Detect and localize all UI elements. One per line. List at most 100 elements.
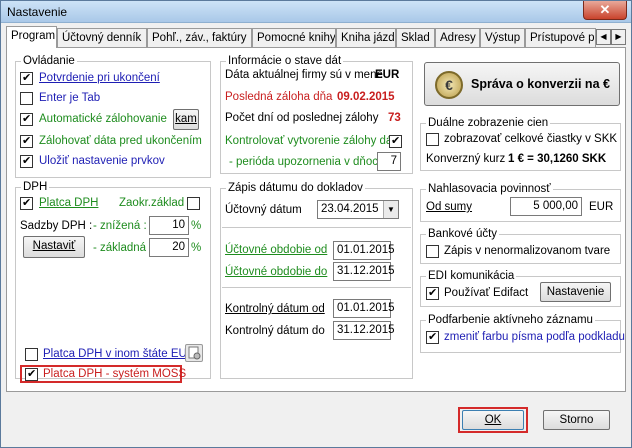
tab-page-program: Ovládanie Potvrdenie pri ukončení Enter … [6, 47, 626, 392]
arrow-left-icon: ◀ [600, 32, 607, 41]
zmenit-farbu-checkbox[interactable] [426, 330, 439, 344]
znizena-percent-label: % [191, 220, 202, 232]
ulozit-nastavenie-label: Uložiť nastavenie prvkov [39, 155, 165, 167]
kontrolny-do-label: Kontrolný dátum do [225, 325, 325, 337]
settings-window: Nastavenie ✕ Program Účtovný denník Pohľ… [0, 0, 632, 448]
platca-dph-checkbox[interactable] [20, 196, 33, 210]
platca-dph-label: Platca DPH [39, 197, 99, 209]
tab-scroll-right-button[interactable]: ▶ [611, 29, 626, 45]
moss-label: Platca DPH - systém MOSS [43, 368, 187, 380]
tab-adresy[interactable]: Adresy [435, 28, 480, 47]
days-since-backup-label: Počet dní od poslednej zálohy [225, 112, 379, 124]
close-button[interactable]: ✕ [583, 1, 627, 20]
last-backup-label: Posledná záloha dňa [225, 91, 333, 103]
od-sumy-currency: EUR [589, 201, 614, 213]
window-title: Nastavenie [7, 5, 68, 19]
tab-program[interactable]: Program [6, 26, 57, 48]
obdobie-do-input[interactable]: 31.12.2015 [333, 262, 395, 281]
auto-zalohovanie-checkbox[interactable] [20, 112, 33, 126]
zmenit-farbu-label: zmeniť farbu písma podľa podkladu [444, 331, 625, 343]
zobrazovat-skk-label: zobrazovať celkové čiastky v SKK [444, 133, 618, 145]
currency-value: EUR [375, 69, 400, 81]
euro-coin-icon: € [435, 71, 463, 99]
days-since-backup-value: 73 [388, 112, 401, 124]
tab-uctovny-dennik[interactable]: Účtovný denník [57, 28, 147, 47]
auto-zalohovanie-label: Automatické zálohovanie [39, 113, 167, 125]
tab-pristupove-prava[interactable]: Prístupové pr [525, 28, 596, 47]
zaokr-zaklad-checkbox[interactable] [187, 197, 200, 210]
zobrazovat-skk-checkbox[interactable] [426, 133, 439, 146]
kurz-value: 1 € = 30,1260 SKK [508, 153, 607, 165]
storno-button[interactable]: Storno [543, 410, 610, 430]
kam-button[interactable]: kam [173, 109, 199, 130]
ok-button[interactable]: OK [462, 410, 524, 430]
zapis-datumu-title: Zápis dátumu do dokladov [226, 181, 365, 195]
nenormalizovany-checkbox[interactable] [426, 245, 439, 258]
ulozit-nastavenie-checkbox[interactable] [20, 154, 33, 168]
od-sumy-label: Od sumy [426, 201, 473, 213]
perioda-label: - perióda upozornenia v dňoch [229, 156, 385, 168]
zakladna-percent-label: % [191, 242, 202, 254]
informacie-title: Informácie o stave dát [226, 54, 344, 68]
dualne-zobrazenie-title: Duálne zobrazenie cien [426, 116, 551, 130]
enter-tab-checkbox[interactable] [20, 92, 33, 105]
zakladna-sadzba-input[interactable]: 20 [149, 238, 189, 257]
podfarbenie-title: Podfarbenie aktívneho záznamu [426, 313, 595, 327]
tab-vystup[interactable]: Výstup [480, 28, 525, 47]
bankove-ucty-title: Bankové účty [426, 227, 500, 241]
sadzby-dph-label: Sadzby DPH : [20, 220, 93, 232]
dialog-button-bar: OK Storno [6, 405, 626, 443]
last-backup-value: 09.02.2015 [337, 91, 395, 103]
divider [222, 287, 411, 288]
kontrolovat-zalohu-label: Kontrolovať vytvorenie zálohy dát [225, 135, 396, 147]
moss-checkbox[interactable] [25, 367, 38, 381]
kontrolovat-zalohu-checkbox[interactable] [389, 134, 402, 148]
edifact-label: Používať Edifact [444, 287, 529, 299]
kontrolny-do-input[interactable]: 31.12.2015 [333, 321, 395, 340]
eu-settings-button[interactable] [185, 344, 203, 362]
potvrdenie-label: Potvrdenie pri ukončení [39, 72, 160, 84]
kontrolny-od-label: Kontrolný dátum od [225, 303, 325, 315]
tab-scroll-left-button[interactable]: ◀ [596, 29, 611, 45]
konverzia-label: Správa o konverzii na € [471, 77, 610, 91]
edi-nastavenie-button[interactable]: Nastavenie [540, 282, 611, 302]
nastavit-dph-button[interactable]: Nastaviť [23, 236, 85, 258]
nahlasovacia-title: Nahlasovacia povinnosť [426, 182, 553, 196]
zalohovat-pred-ukoncenim-label: Zálohovať dáta pred ukončením [39, 135, 202, 147]
tab-pomocne-knihy[interactable]: Pomocné knihy [252, 28, 336, 47]
document-gear-icon [188, 346, 201, 360]
tab-sklad[interactable]: Sklad [396, 28, 435, 47]
edi-title: EDI komunikácia [426, 269, 517, 283]
nenormalizovany-label: Zápis v nenormalizovanom tvare [444, 245, 611, 257]
title-bar: Nastavenie ✕ [1, 1, 631, 23]
currency-label: Dáta aktuálnej firmy sú v mene [225, 69, 383, 81]
platca-eu-checkbox[interactable] [25, 348, 38, 361]
od-sumy-input[interactable]: 5 000,00 [510, 197, 582, 216]
close-icon: ✕ [599, 2, 611, 17]
uctovny-datum-select[interactable]: 23.04.2015 ▼ [317, 200, 399, 219]
zakladna-label: - základná : [93, 242, 153, 254]
arrow-right-icon: ▶ [615, 32, 622, 41]
tab-pohladavky-zavazky-faktury[interactable]: Pohľ., záv., faktúry [147, 28, 252, 47]
sprava-o-konverzii-button[interactable]: € Správa o konverzii na € [424, 62, 620, 106]
dph-title: DPH [21, 180, 50, 194]
znizena-sadzba-input[interactable]: 10 [149, 216, 189, 235]
tab-kniha-jazd[interactable]: Kniha jázd [336, 28, 396, 47]
kurz-label: Konverzný kurz [426, 153, 506, 165]
platca-eu-label: Platca DPH v inom štáte EU [43, 348, 187, 360]
zaokr-zaklad-label: Zaokr.základ [119, 197, 185, 209]
edifact-checkbox[interactable] [426, 286, 439, 300]
uctovny-datum-label: Účtovný dátum [225, 204, 302, 216]
chevron-down-icon: ▼ [383, 201, 398, 218]
potvrdenie-checkbox[interactable] [20, 71, 33, 85]
kontrolny-od-input[interactable]: 01.01.2015 [333, 299, 395, 318]
znizena-label: - znížená : [93, 220, 147, 232]
obdobie-od-label: Účtovné obdobie od [225, 244, 328, 256]
zalohovat-pred-ukoncenim-checkbox[interactable] [20, 134, 33, 148]
obdobie-od-input[interactable]: 01.01.2015 [333, 241, 395, 260]
perioda-input[interactable]: 7 [377, 152, 401, 171]
obdobie-do-label: Účtovné obdobie do [225, 266, 328, 278]
tab-strip: Program Účtovný denník Pohľ., záv., fakt… [6, 26, 626, 48]
ovladanie-title: Ovládanie [21, 54, 77, 68]
tab-scroll-arrows: ◀ ▶ [596, 29, 626, 45]
